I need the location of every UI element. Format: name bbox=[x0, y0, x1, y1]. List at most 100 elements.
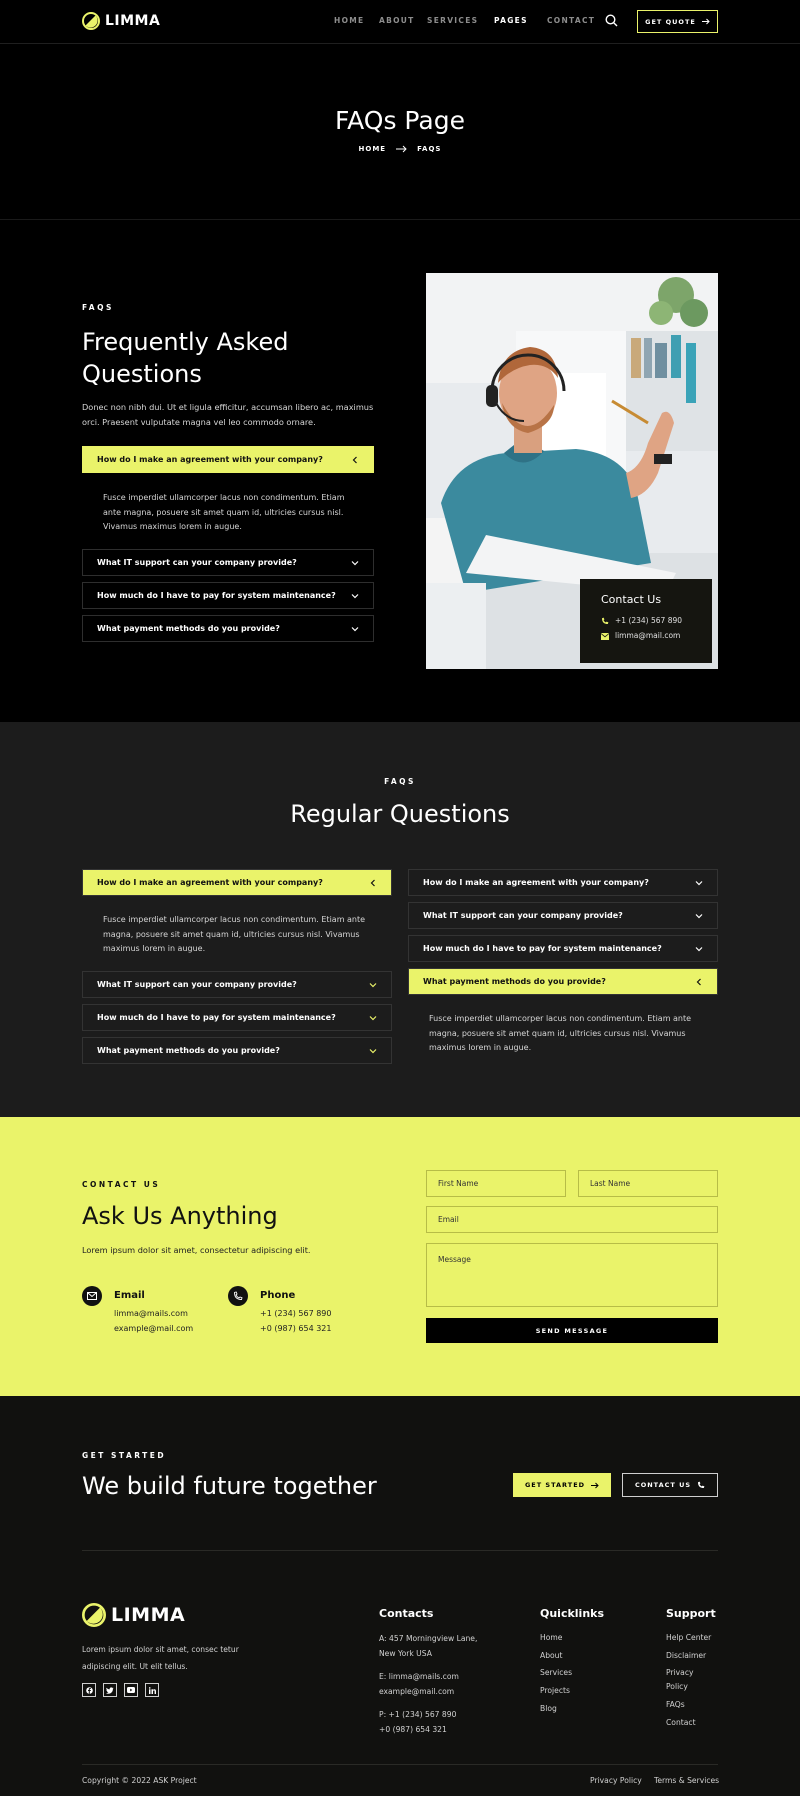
arrow-right-icon bbox=[701, 18, 710, 25]
quicklink-blog[interactable]: Blog bbox=[540, 1700, 557, 1717]
phone-icon-badge bbox=[228, 1286, 248, 1306]
facebook-icon[interactable] bbox=[82, 1683, 96, 1697]
support-link-policy[interactable]: Policy bbox=[666, 1678, 688, 1695]
nav-pages[interactable]: PAGES bbox=[494, 16, 528, 25]
faq-item[interactable]: How do I make an agreement with your com… bbox=[408, 869, 718, 896]
faq-section: FAQS Frequently Asked Questions Donec no… bbox=[0, 220, 800, 722]
breadcrumb: HOME FAQS bbox=[0, 145, 800, 153]
support-link-disclaimer[interactable]: Disclaimer bbox=[666, 1647, 706, 1664]
quicklink-about[interactable]: About bbox=[540, 1647, 562, 1664]
faq-item[interactable]: How much do I have to pay for system mai… bbox=[82, 582, 374, 609]
email-address[interactable]: limma@mails.com bbox=[114, 1309, 188, 1318]
faq-item-open[interactable]: How do I make an agreement with your com… bbox=[82, 869, 392, 896]
faq-item[interactable]: What IT support can your company provide… bbox=[408, 902, 718, 929]
arrow-right-icon bbox=[396, 145, 407, 153]
contact-us-label: CONTACT US bbox=[634, 1481, 692, 1489]
email-icon-badge bbox=[82, 1286, 102, 1306]
terms-link[interactable]: Terms & Services bbox=[654, 1772, 719, 1789]
section-title: Ask Us Anything bbox=[82, 1202, 278, 1230]
get-started-button[interactable]: GET STARTED bbox=[513, 1473, 611, 1497]
faq-item-open[interactable]: What payment methods do you provide? bbox=[408, 968, 718, 995]
faq-item[interactable]: What payment methods do you provide? bbox=[82, 1037, 392, 1064]
faq-question: What payment methods do you provide? bbox=[423, 977, 606, 986]
email-label: Email bbox=[114, 1290, 145, 1301]
phone-number[interactable]: +0 (987) 654 321 bbox=[260, 1324, 331, 1333]
contact-section: CONTACT US Ask Us Anything Lorem ipsum d… bbox=[0, 1117, 800, 1396]
email-address[interactable]: example@mail.com bbox=[114, 1324, 193, 1333]
nav-about[interactable]: ABOUT bbox=[379, 16, 415, 25]
divider bbox=[82, 1764, 718, 1765]
get-quote-button[interactable]: GET QUOTE bbox=[637, 10, 718, 33]
mail-icon bbox=[87, 1292, 97, 1300]
breadcrumb-home[interactable]: HOME bbox=[359, 145, 387, 153]
footer-phone[interactable]: +0 (987) 654 321 bbox=[379, 1721, 447, 1738]
contact-card: Contact Us +1 (234) 567 890 limma@mail.c… bbox=[580, 579, 712, 663]
copyright: Copyright © 2022 ASK Project bbox=[82, 1776, 197, 1785]
privacy-policy-link[interactable]: Privacy Policy bbox=[590, 1772, 642, 1789]
faq-question: What IT support can your company provide… bbox=[97, 980, 297, 989]
first-name-field[interactable]: First Name bbox=[426, 1170, 566, 1197]
send-message-button[interactable]: SEND MESSAGE bbox=[426, 1318, 718, 1343]
faq-item-open[interactable]: How do I make an agreement with your com… bbox=[82, 446, 374, 473]
logo-icon bbox=[82, 12, 100, 30]
faq-item[interactable]: What payment methods do you provide? bbox=[82, 615, 374, 642]
logo-icon bbox=[82, 1603, 106, 1627]
faq-answer: Fusce imperdiet ullamcorper lacus non co… bbox=[103, 915, 366, 953]
breadcrumb-current: FAQS bbox=[417, 145, 442, 153]
chevron-down-icon bbox=[369, 1015, 377, 1020]
brand-logo[interactable]: LIMMA bbox=[82, 12, 160, 30]
twitter-icon[interactable] bbox=[103, 1683, 117, 1697]
footer-email[interactable]: example@mail.com bbox=[379, 1683, 454, 1700]
email-field[interactable]: Email bbox=[426, 1206, 718, 1233]
divider bbox=[82, 1550, 718, 1551]
cta-title: We build future together bbox=[82, 1472, 377, 1500]
nav-contact[interactable]: CONTACT bbox=[547, 16, 595, 25]
faq-question: How much do I have to pay for system mai… bbox=[423, 944, 662, 953]
footer-about: Lorem ipsum dolor sit amet, consec tetur… bbox=[82, 1645, 239, 1671]
chevron-down-icon bbox=[695, 913, 703, 918]
quicklink-projects[interactable]: Projects bbox=[540, 1682, 570, 1699]
get-quote-label: GET QUOTE bbox=[645, 17, 696, 26]
chevron-down-icon bbox=[351, 626, 359, 631]
page-hero: FAQs Page HOME FAQS bbox=[0, 44, 800, 220]
faq-answer: Fusce imperdiet ullamcorper lacus non co… bbox=[429, 1014, 692, 1052]
contact-us-button[interactable]: CONTACT US bbox=[622, 1473, 718, 1497]
mail-icon bbox=[601, 633, 609, 640]
section-intro: Lorem ipsum dolor sit amet, consectetur … bbox=[82, 1245, 311, 1255]
footer-area: GET STARTED We build future together GET… bbox=[0, 1396, 800, 1796]
support-link-faqs[interactable]: FAQs bbox=[666, 1696, 685, 1713]
brand-name: LIMMA bbox=[111, 1604, 186, 1626]
contact-card-phone[interactable]: +1 (234) 567 890 bbox=[615, 616, 682, 625]
faq-item[interactable]: What IT support can your company provide… bbox=[82, 971, 392, 998]
youtube-icon[interactable] bbox=[124, 1683, 138, 1697]
last-name-field[interactable]: Last Name bbox=[578, 1170, 718, 1197]
phone-label: Phone bbox=[260, 1290, 296, 1301]
get-started-label: GET STARTED bbox=[524, 1481, 586, 1489]
faq-question: What IT support can your company provide… bbox=[423, 911, 623, 920]
contact-card-email[interactable]: limma@mail.com bbox=[615, 631, 680, 640]
phone-icon bbox=[602, 617, 609, 624]
chevron-down-icon bbox=[369, 982, 377, 987]
quicklink-services[interactable]: Services bbox=[540, 1664, 572, 1681]
message-field[interactable]: Message bbox=[426, 1243, 718, 1307]
chevron-down-icon bbox=[369, 1048, 377, 1053]
faq-item[interactable]: How much do I have to pay for system mai… bbox=[408, 935, 718, 962]
linkedin-icon[interactable] bbox=[145, 1683, 159, 1697]
support-link-help-center[interactable]: Help Center bbox=[666, 1629, 711, 1646]
chevron-left-icon bbox=[352, 456, 357, 463]
search-icon[interactable] bbox=[605, 14, 618, 27]
top-navbar: LIMMA HOME ABOUT SERVICES PAGES CONTACT … bbox=[0, 0, 800, 44]
faq-question: How do I make an agreement with your com… bbox=[97, 878, 323, 887]
nav-services[interactable]: SERVICES bbox=[427, 16, 478, 25]
footer-address-line: New York USA bbox=[379, 1649, 432, 1658]
nav-home[interactable]: HOME bbox=[334, 16, 364, 25]
quicklink-home[interactable]: Home bbox=[540, 1629, 562, 1646]
faq-item[interactable]: What IT support can your company provide… bbox=[82, 549, 374, 576]
phone-number[interactable]: +1 (234) 567 890 bbox=[260, 1309, 331, 1318]
faq-question: What payment methods do you provide? bbox=[97, 624, 280, 633]
footer-logo[interactable]: LIMMA bbox=[82, 1603, 185, 1627]
contacts-heading: Contacts bbox=[379, 1607, 434, 1620]
section-eyebrow: FAQS bbox=[82, 303, 114, 312]
faq-item[interactable]: How much do I have to pay for system mai… bbox=[82, 1004, 392, 1031]
support-link-contact[interactable]: Contact bbox=[666, 1714, 696, 1731]
